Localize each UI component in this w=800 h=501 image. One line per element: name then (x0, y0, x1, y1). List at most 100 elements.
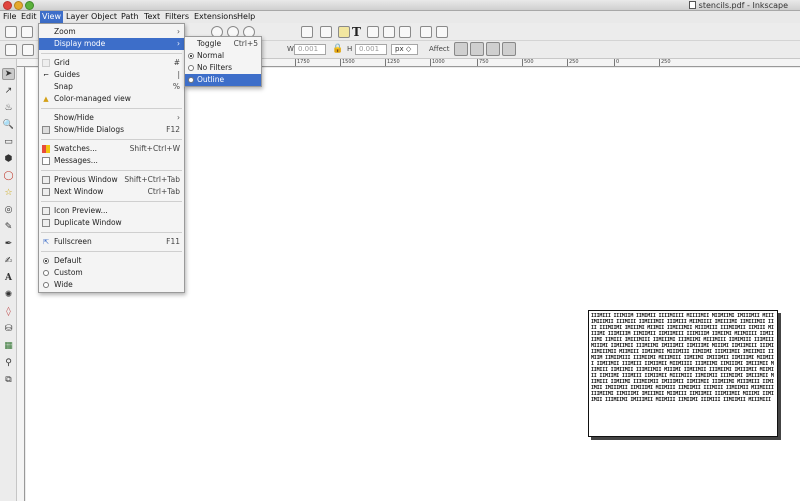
menu-extensions[interactable]: Extensions (192, 11, 239, 23)
align-distribute-icon[interactable] (399, 26, 411, 38)
grid-icon (42, 59, 50, 67)
view-menu: Zoom › Display mode › Grid # ⌐ Guides | Snap… (38, 23, 185, 293)
previous-window-icon (42, 176, 50, 184)
ruler-label: 1500 (340, 59, 355, 66)
select-all-icon[interactable] (5, 44, 17, 56)
menu-item-previous-window[interactable]: Previous Window Shift+Ctrl+Tab (39, 174, 184, 186)
chevron-right-icon: › (177, 27, 180, 36)
menu-view[interactable]: View (40, 11, 63, 23)
xml-editor-icon[interactable] (383, 26, 395, 38)
star-tool-icon[interactable]: ☆ (2, 187, 15, 199)
menu-text[interactable]: Text (142, 11, 162, 23)
submenu-item-no-filters[interactable]: No Filters (185, 62, 261, 74)
spiral-tool-icon[interactable]: ◎ (2, 204, 15, 216)
radio-icon (188, 77, 194, 83)
submenu-item-toggle[interactable]: Toggle Ctrl+5 (185, 38, 261, 50)
scale-corners-toggle[interactable] (470, 42, 484, 56)
menu-item-zoom[interactable]: Zoom › (39, 26, 184, 38)
menu-item-color-managed-view[interactable]: ▲ Color-managed view (39, 93, 184, 105)
lock-icon[interactable]: 🔒 (332, 44, 343, 54)
menu-item-fullscreen[interactable]: ⇱ Fullscreen F11 (39, 236, 184, 248)
preferences-icon[interactable] (420, 26, 432, 38)
menu-item-guides[interactable]: ⌐ Guides | (39, 69, 184, 81)
dialogs-icon (42, 126, 50, 134)
calligraphy-tool-icon[interactable]: ✍ (2, 255, 15, 267)
menu-item-default[interactable]: Default (39, 255, 184, 267)
paint-bucket-tool-icon[interactable]: ⛁ (2, 323, 15, 335)
menu-item-display-mode[interactable]: Display mode › (39, 38, 184, 50)
scale-stroke-toggle[interactable] (454, 42, 468, 56)
menu-item-swatches[interactable]: Swatches... Shift+Ctrl+W (39, 143, 184, 155)
menu-item-messages[interactable]: Messages... (39, 155, 184, 167)
menu-item-show-hide[interactable]: Show/Hide › (39, 112, 184, 124)
select-all-layers-icon[interactable] (22, 44, 34, 56)
connector-tool-icon[interactable]: ⧉ (2, 374, 15, 386)
spray-tool-icon[interactable]: ✺ (2, 289, 15, 301)
selector-tool-icon[interactable]: ➤ (2, 68, 15, 80)
menu-item-next-window[interactable]: Next Window Ctrl+Tab (39, 186, 184, 198)
layers-icon[interactable] (367, 26, 379, 38)
submenu-item-outline[interactable]: Outline (185, 74, 261, 86)
dropper-tool-icon[interactable]: ⚲ (2, 357, 15, 369)
ruler-label: 250 (567, 59, 579, 66)
pencil-tool-icon[interactable]: ✎ (2, 221, 15, 233)
width-field[interactable]: 0.001 (294, 44, 326, 55)
menu-object[interactable]: Object (89, 11, 119, 23)
chevron-right-icon: › (177, 113, 180, 122)
gradient-tool-icon[interactable]: ▦ (2, 340, 15, 352)
document-properties-icon[interactable] (436, 26, 448, 38)
open-document-icon[interactable] (21, 26, 33, 38)
icon-preview-icon (42, 207, 50, 215)
new-document-icon[interactable] (5, 26, 17, 38)
ruler-label: 0 (614, 59, 620, 66)
display-mode-submenu: Toggle Ctrl+5 Normal No Filters Outline (184, 36, 262, 87)
menu-path[interactable]: Path (119, 11, 141, 23)
menu-layer[interactable]: Layer (64, 11, 90, 23)
menu-file[interactable]: File (1, 11, 18, 23)
submenu-item-normal[interactable]: Normal (185, 50, 261, 62)
3d-box-tool-icon[interactable]: ⬢ (2, 153, 15, 165)
menu-edit[interactable]: Edit (19, 11, 39, 23)
swatches-icon (42, 145, 50, 153)
tweak-tool-icon[interactable]: ♨ (2, 102, 15, 114)
unit-select[interactable]: px ◇ (391, 44, 418, 55)
zoom-tool-icon[interactable]: 🔍 (2, 119, 15, 131)
node-edit-icon[interactable] (301, 26, 313, 38)
menu-filters[interactable]: Filters (163, 11, 191, 23)
menu-bar: File Edit View Layer Object Path Text Fi… (0, 11, 800, 23)
ruler-label: 1750 (295, 59, 310, 66)
node-tool-icon[interactable]: ↗ (2, 85, 15, 97)
text-tool-icon[interactable]: A (2, 272, 15, 284)
text-font-icon[interactable]: T (352, 25, 361, 39)
transform-icon[interactable] (320, 26, 332, 38)
menu-help[interactable]: Help (235, 11, 257, 23)
menu-item-wide[interactable]: Wide (39, 279, 184, 291)
eraser-tool-icon[interactable]: ◊ (2, 306, 15, 318)
ruler-label: 250 (659, 59, 671, 66)
menu-separator (41, 201, 182, 202)
duplicate-window-icon (42, 219, 50, 227)
next-window-icon (42, 188, 50, 196)
menu-item-snap[interactable]: Snap% (39, 81, 184, 93)
menu-item-duplicate-window[interactable]: Duplicate Window (39, 217, 184, 229)
rectangle-tool-icon[interactable]: ▭ (2, 136, 15, 148)
document-page[interactable]: IIIMIII IIIMIIM IIMIMII IIIIMIIII MIIIIM… (588, 310, 778, 437)
ruler-label: 500 (522, 59, 534, 66)
move-patterns-toggle[interactable] (502, 42, 516, 56)
ellipse-tool-icon[interactable]: ◯ (2, 170, 15, 182)
move-gradients-toggle[interactable] (486, 42, 500, 56)
pen-tool-icon[interactable]: ✒ (2, 238, 15, 250)
height-field[interactable]: 0.001 (355, 44, 387, 55)
fill-stroke-icon[interactable] (338, 26, 350, 38)
radio-selected-icon (43, 258, 49, 264)
width-label: W (287, 45, 294, 53)
menu-item-grid[interactable]: Grid # (39, 57, 184, 69)
document-icon (688, 1, 696, 9)
menu-item-show-hide-dialogs[interactable]: Show/Hide Dialogs F12 (39, 124, 184, 136)
menu-item-custom[interactable]: Custom (39, 267, 184, 279)
radio-icon (188, 65, 194, 71)
menu-item-icon-preview[interactable]: Icon Preview... (39, 205, 184, 217)
radio-icon (43, 270, 49, 276)
menu-separator (41, 108, 182, 109)
guides-icon: ⌐ (43, 71, 49, 79)
